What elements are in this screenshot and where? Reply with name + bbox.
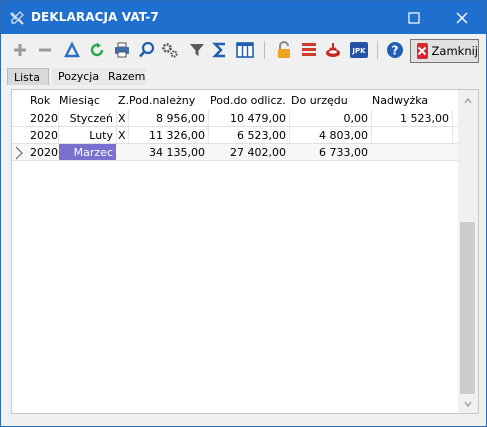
scroll-up-icon[interactable]: [463, 96, 473, 106]
cell-pod-do-odlicz: 6 523,00: [237, 129, 286, 142]
cell-do-urzedu: 4 803,00: [319, 129, 368, 142]
jpk-icon[interactable]: JPK: [348, 39, 370, 61]
cell-pod-nalezny: 8 956,00: [156, 112, 205, 125]
svg-text:?: ?: [392, 44, 399, 58]
maximize-button[interactable]: [391, 1, 437, 34]
column-header[interactable]: Rok: [30, 94, 50, 107]
cell-miesiac: Luty: [89, 129, 113, 142]
toolbar-separator: [264, 41, 265, 59]
row-indicator-icon: [14, 146, 24, 160]
cell-z: X: [118, 112, 126, 125]
export-icon[interactable]: [322, 39, 344, 61]
column-header[interactable]: Do urzędu: [291, 94, 348, 107]
plus-icon[interactable]: [9, 39, 31, 61]
declaration-window: DEKLARACJA VAT-7 JPK ? Zamknij Lista Poz…: [0, 0, 487, 427]
column-header[interactable]: Miesiąc: [59, 94, 100, 107]
cell-rok: 2020: [30, 146, 58, 159]
column-header[interactable]: Pod.do odlicz.: [210, 94, 286, 107]
title-bar: DEKLARACJA VAT-7: [1, 1, 486, 34]
svg-text:JPK: JPK: [351, 47, 366, 55]
column-header[interactable]: Z.: [118, 94, 129, 107]
close-button[interactable]: Zamknij: [410, 39, 479, 63]
cell-z: X: [118, 129, 126, 142]
minus-icon[interactable]: [34, 39, 56, 61]
cell-do-urzedu: 0,00: [343, 112, 369, 125]
column-header[interactable]: Pod.należny: [129, 94, 195, 107]
cell-pod-nalezny: 34 135,00: [149, 146, 205, 159]
print-icon[interactable]: [111, 39, 133, 61]
cell-rok: 2020: [30, 129, 58, 142]
scrollbar-thumb[interactable]: [460, 222, 475, 394]
help-icon[interactable]: ?: [384, 39, 406, 61]
stack-icon[interactable]: [298, 39, 320, 61]
cell-rok: 2020: [30, 112, 58, 125]
table-row-selected[interactable]: 2020 Marzec 34 135,00 27 402,00 6 733,00: [12, 144, 458, 161]
cell-pod-do-odlicz: 27 402,00: [230, 146, 286, 159]
settings-icon[interactable]: [159, 39, 181, 61]
column-header[interactable]: Nadwyżka: [372, 94, 428, 107]
search-icon[interactable]: [136, 39, 158, 61]
delta-icon[interactable]: [61, 39, 83, 61]
cell-miesiac: Marzec: [73, 146, 113, 159]
grid-header: Rok Miesiąc Z. Pod.należny Pod.do odlicz…: [12, 90, 458, 110]
cell-miesiac: Styczeń: [69, 112, 113, 125]
cell-do-urzedu: 6 733,00: [319, 146, 368, 159]
tools-icon: [9, 10, 25, 26]
window-title: DEKLARACJA VAT-7: [31, 10, 159, 24]
tab-lista[interactable]: Lista: [7, 68, 49, 85]
refresh-icon[interactable]: [86, 39, 108, 61]
scroll-down-icon[interactable]: [463, 399, 473, 409]
cell-pod-nalezny: 11 326,00: [149, 129, 205, 142]
declaration-grid[interactable]: Rok Miesiąc Z. Pod.należny Pod.do odlicz…: [11, 89, 479, 414]
close-button-label: Zamknij: [431, 44, 478, 58]
cell-pod-do-odlicz: 10 479,00: [230, 112, 286, 125]
cell-nadwyzka: 1 523,00: [400, 112, 449, 125]
filter-icon[interactable]: [186, 39, 208, 61]
sigma-icon[interactable]: [209, 39, 231, 61]
tab-razem[interactable]: Razem: [102, 68, 146, 85]
table-row[interactable]: 2020 Luty X 11 326,00 6 523,00 4 803,00: [12, 127, 458, 144]
tab-pozycja[interactable]: Pozycja: [52, 68, 106, 85]
toolbar-separator: [377, 41, 378, 59]
close-icon: [417, 43, 428, 59]
window-close-button[interactable]: [439, 1, 485, 34]
table-row[interactable]: 2020 Styczeń X 8 956,00 10 479,00 0,00 1…: [12, 110, 458, 127]
lock-icon[interactable]: [273, 39, 295, 61]
columns-icon[interactable]: [234, 39, 256, 61]
vertical-scrollbar[interactable]: [458, 90, 478, 413]
